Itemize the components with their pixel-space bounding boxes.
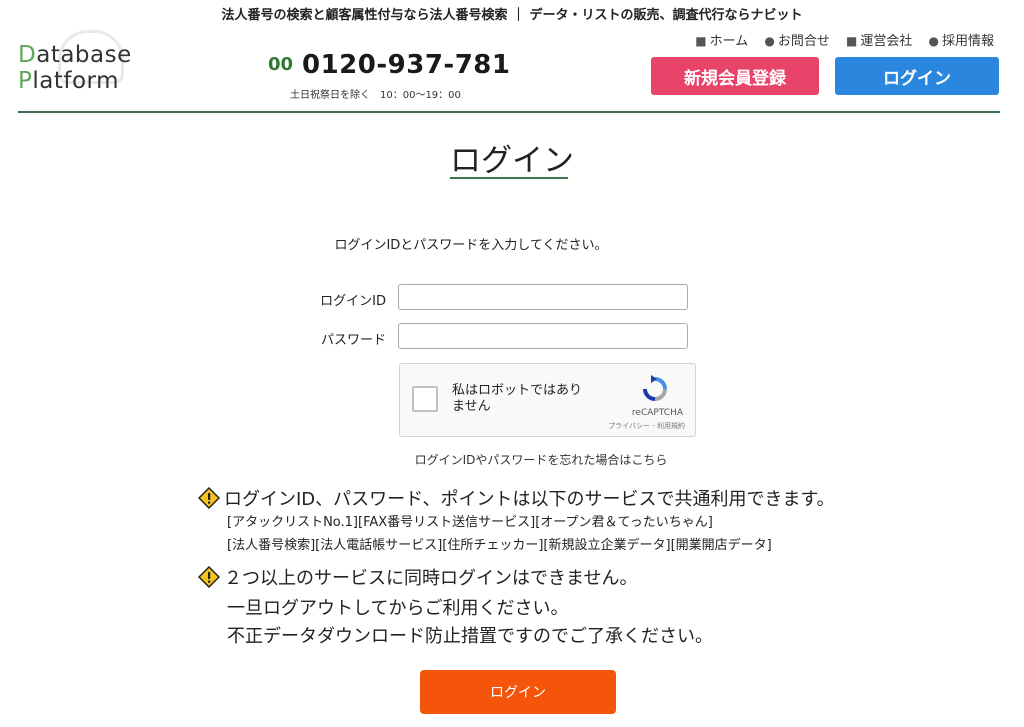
notice-heading: ２つ以上のサービスに同時ログインはできません。	[224, 568, 638, 589]
header-divider	[18, 111, 1000, 113]
logo-text: atabase	[36, 42, 132, 68]
nav-recruit[interactable]: ● 採用情報	[929, 34, 995, 49]
recaptcha-widget: 私はロボットではありません reCAPTCHA プライバシー - 利用規約	[399, 363, 696, 437]
phone-number: 00 0120-937-781	[268, 50, 511, 80]
logo-text: latform	[32, 68, 120, 94]
notice-shared-services: ログインID、パスワード、ポイントは以下のサービスで共通利用できます。	[198, 485, 835, 511]
recaptcha-label: 私はロボットではありません	[452, 383, 583, 414]
title-underline	[450, 177, 568, 179]
forgot-credentials-link[interactable]: ログインIDやパスワードを忘れた場合はこちら	[0, 451, 1024, 468]
login-instructions: ログインIDとパスワードを入力してください。	[334, 238, 608, 253]
notice-text: 不正データダウンロード防止措置ですのでご了承ください。	[227, 626, 713, 647]
login-id-label: ログインID	[320, 294, 386, 309]
notice-single-login: ２つ以上のサービスに同時ログインはできません。	[198, 564, 637, 590]
logo-letter: D	[18, 42, 37, 68]
business-hours: 土日祝祭日を除く 10：00～19：00	[290, 90, 461, 101]
folder-icon: ■	[695, 34, 707, 48]
recaptcha-terms-link[interactable]: プライバシー - 利用規約	[608, 421, 685, 431]
login-submit-button[interactable]: ログイン	[420, 670, 616, 714]
nav-contact[interactable]: ● お問合せ	[764, 34, 830, 49]
recaptcha-brand: reCAPTCHA	[631, 408, 683, 418]
site-logo[interactable]: Database Platform	[18, 30, 168, 108]
register-button[interactable]: 新規会員登録	[651, 57, 819, 95]
nav-company[interactable]: ■ 運営会社	[846, 34, 912, 49]
recaptcha-icon	[643, 375, 667, 401]
utility-nav: ■ ホーム ● お問合せ ■ 運営会社 ● 採用情報	[683, 30, 994, 49]
notice-heading: ログインID、パスワード、ポイントは以下のサービスで共通利用できます。	[224, 489, 835, 510]
password-label: パスワード	[320, 333, 386, 348]
recaptcha-checkbox[interactable]	[412, 386, 438, 412]
phone-number-text: 0120-937-781	[302, 50, 511, 80]
folder-icon: ■	[846, 34, 858, 48]
login-id-input[interactable]	[398, 284, 688, 310]
site-tagline: 法人番号の検索と顧客属性付与なら法人番号検索 ｜ データ・リストの販売、調査代行…	[221, 8, 803, 23]
chat-icon: ●	[764, 34, 775, 48]
notice-text: 一旦ログアウトしてからご利用ください。	[227, 598, 569, 619]
warning-icon	[198, 566, 220, 588]
nav-home[interactable]: ■ ホーム	[695, 34, 748, 49]
logo-letter: P	[18, 68, 33, 94]
password-input[interactable]	[398, 323, 688, 349]
warning-icon	[198, 487, 220, 509]
notice-service-list: [法人番号検索][法人電話帳サービス][住所チェッカー][新規設立企業データ][…	[227, 538, 772, 553]
page-title: ログイン	[450, 143, 574, 179]
header-login-button[interactable]: ログイン	[835, 57, 999, 95]
chat-icon: ●	[928, 34, 939, 48]
free-dial-icon: 00	[268, 54, 294, 75]
notice-service-list: [アタックリストNo.1][FAX番号リスト送信サービス][オープン君＆てったい…	[227, 515, 713, 530]
